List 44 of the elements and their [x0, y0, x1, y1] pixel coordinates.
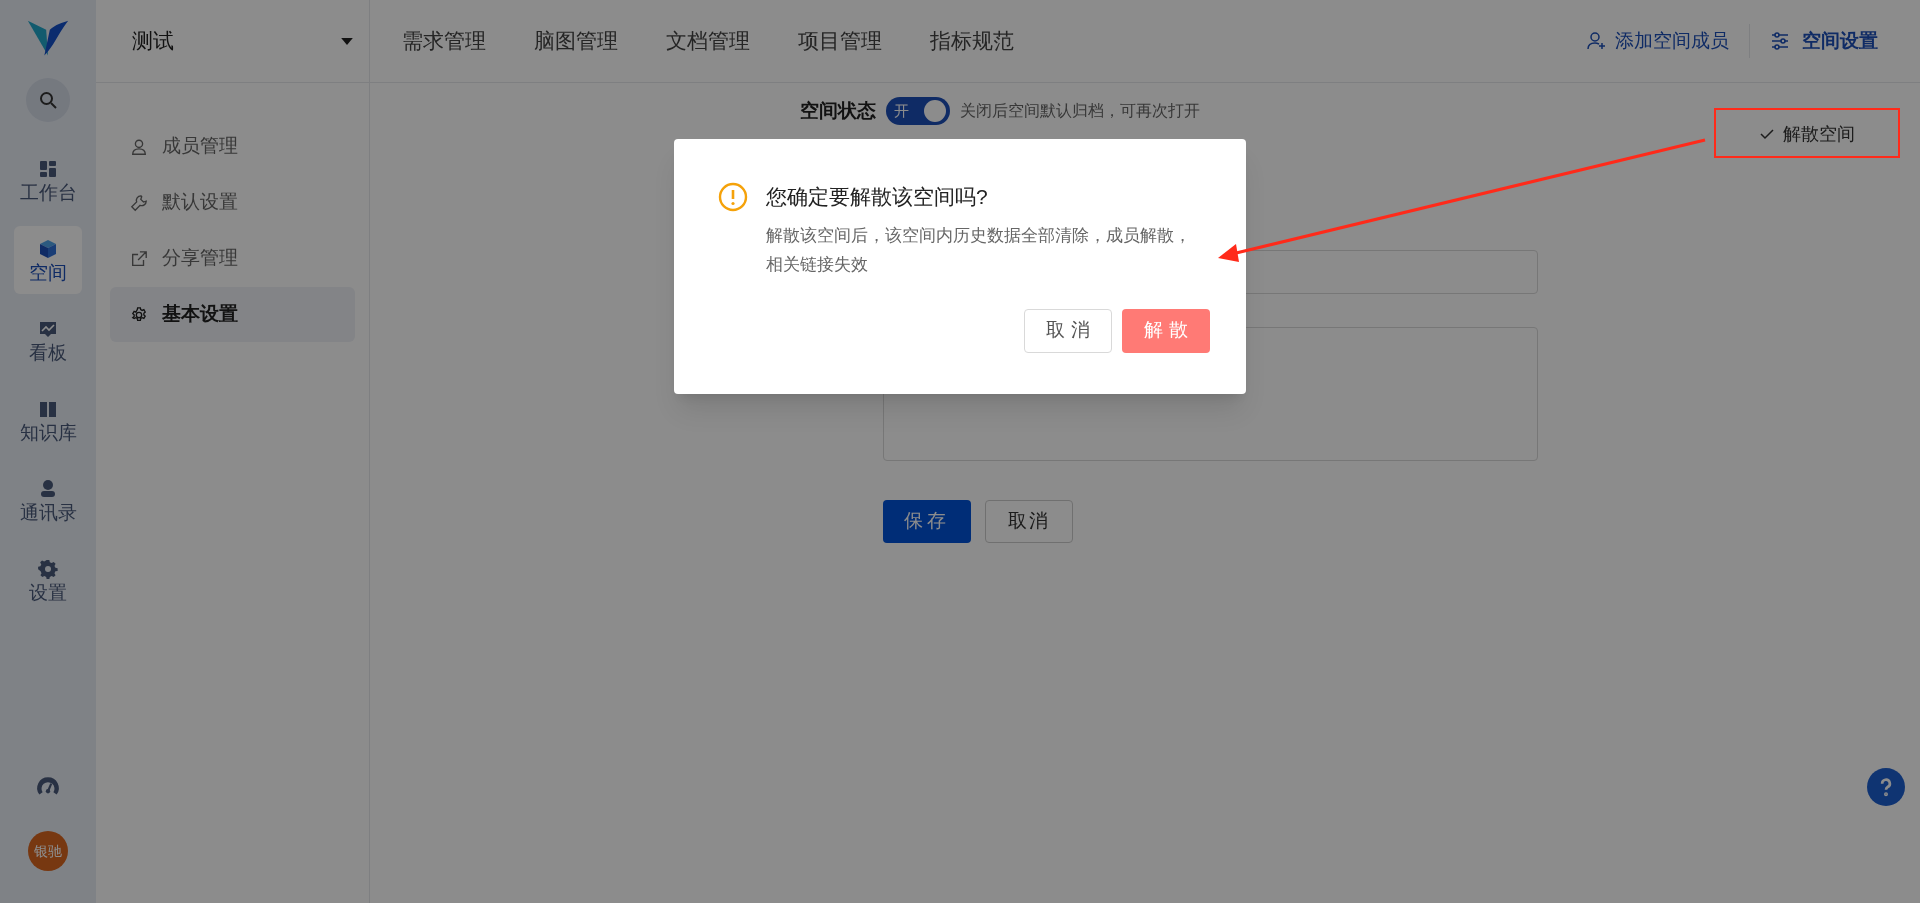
cancel-button[interactable]: 取消 [985, 500, 1073, 543]
rail-item[interactable]: 通讯录 [14, 466, 82, 534]
add-person-icon [1587, 31, 1607, 51]
space-selector[interactable]: 测试 [96, 0, 370, 82]
help-button[interactable] [1867, 768, 1905, 806]
warning-icon [718, 181, 748, 212]
person-icon [38, 478, 58, 499]
hint-text: 关闭后空间默认归档，可再次打开 [960, 101, 1200, 122]
search-button[interactable] [26, 78, 70, 122]
user-avatar[interactable]: 银驰 [28, 831, 68, 871]
status-toggle[interactable]: 开 [886, 97, 950, 126]
nav-tab[interactable]: 文档管理 [666, 25, 750, 57]
settings-icon [130, 305, 148, 324]
save-button[interactable]: 保存 [883, 500, 971, 543]
nav-tab[interactable]: 项目管理 [798, 25, 882, 57]
caret-icon [341, 37, 353, 45]
sliders-icon [1770, 31, 1790, 51]
rail-item[interactable]: 设置 [14, 546, 82, 614]
dialog-message: 解散该空间后，该空间内历史数据全部清除，成员解散，相关链接失效 [766, 224, 1191, 276]
external-link-icon [130, 249, 148, 268]
dashboard-icon [38, 158, 58, 179]
add-member-link[interactable]: 添加空间成员 [1587, 24, 1750, 58]
settings-menu-item[interactable]: 默认设置 [110, 175, 355, 230]
rail-item[interactable]: 工作台 [14, 146, 82, 214]
settings-menu-item[interactable]: 分享管理 [110, 231, 355, 286]
settings-icon [38, 558, 58, 579]
nav-tab[interactable]: 脑图管理 [534, 25, 618, 57]
cube-icon [38, 238, 58, 259]
rail-item[interactable]: 看板 [14, 306, 82, 374]
rail-item[interactable]: 空间 [14, 226, 82, 294]
person-icon [130, 137, 148, 156]
wrench-icon [130, 193, 148, 212]
settings-menu-item[interactable]: 成员管理 [110, 119, 355, 174]
space-settings-link[interactable]: 空间设置 [1750, 26, 1920, 56]
dialog-title: 您确定要解散该空间吗? [766, 184, 988, 210]
rail-item[interactable]: 知识库 [14, 386, 82, 454]
cancel-button[interactable]: 取 消 [1024, 308, 1112, 353]
settings-menu-item[interactable]: 基本设置 [110, 287, 355, 342]
nav-tab[interactable]: 指标规范 [930, 25, 1014, 57]
check-icon [1759, 126, 1775, 142]
nav-tab[interactable]: 需求管理 [402, 25, 486, 57]
field-label: 空间状态 [800, 99, 876, 123]
dissolve-button[interactable]: 解 散 [1122, 308, 1210, 353]
search-icon [38, 90, 58, 110]
